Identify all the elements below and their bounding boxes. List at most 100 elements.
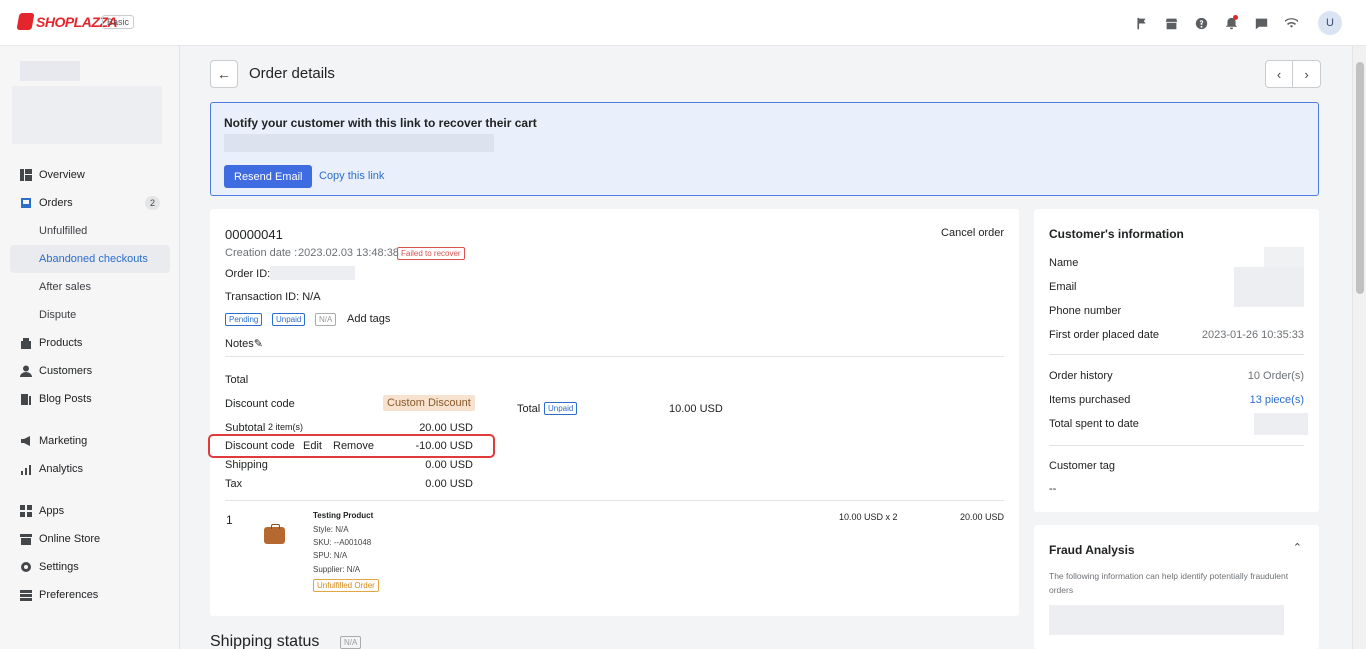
help-icon[interactable] <box>1192 14 1210 32</box>
sidebar-item-label: Preferences <box>39 589 99 601</box>
pencil-icon: ✎ <box>253 338 263 350</box>
cancel-order-link[interactable]: Cancel order <box>941 227 1004 239</box>
flag-icon[interactable] <box>1132 14 1150 32</box>
customer-info-title: Customer's information <box>1049 227 1184 241</box>
divider <box>225 500 1004 501</box>
scrollbar-thumb[interactable] <box>1356 62 1364 294</box>
user-avatar[interactable]: U <box>1318 11 1342 35</box>
order-history-link[interactable]: 10 Order(s) <box>1248 370 1304 382</box>
sidebar-item-label: Abandoned checkouts <box>39 253 148 265</box>
copy-link-button[interactable]: Copy this link <box>319 170 384 182</box>
discount-highlight <box>208 434 495 458</box>
product-image <box>264 524 285 544</box>
total-spent-placeholder <box>1254 413 1308 435</box>
overview-icon <box>20 169 32 181</box>
back-button[interactable]: ← <box>210 60 238 88</box>
sidebar-item-online-store[interactable]: Online Store <box>10 525 170 553</box>
product-supplier: Supplier: N/A <box>313 565 361 574</box>
blog-icon <box>20 393 32 405</box>
grand-total-label: Total <box>517 403 541 415</box>
chevron-up-icon[interactable]: ⌃ <box>1293 541 1302 554</box>
first-order-value: 2023-01-26 10:35:33 <box>1201 329 1304 341</box>
creation-date-label: Creation date : <box>225 247 298 259</box>
custom-discount-badge: Custom Discount <box>383 395 475 411</box>
items-purchased-value: 13 piece(s) <box>1249 394 1304 406</box>
chevron-left-icon: ‹ <box>1276 66 1282 82</box>
fraud-description: The following information can help ident… <box>1049 571 1289 595</box>
top-bar: SHOPLAZZA Basic U <box>0 0 1366 46</box>
sidebar-item-apps[interactable]: Apps <box>10 497 170 525</box>
sidebar-item-overview[interactable]: Overview <box>10 161 170 189</box>
sidebar-item-orders[interactable]: Orders 2 <box>10 189 170 217</box>
order-number: 00000041 <box>225 227 283 242</box>
shipping-label: Shipping <box>225 459 268 471</box>
total-unpaid-badge: Unpaid <box>544 402 578 415</box>
sidebar-item-label: Marketing <box>39 435 88 447</box>
creation-date-value: 2023.02.03 13:48:38 <box>298 247 399 259</box>
chevron-right-icon: › <box>1304 66 1309 82</box>
sidebar-item-label: After sales <box>39 281 91 293</box>
resend-email-button[interactable]: Resend Email <box>224 165 313 188</box>
sidebar-item-label: Customers <box>39 365 93 377</box>
sidebar-item-analytics[interactable]: Analytics <box>10 455 170 483</box>
sidebar-item-marketing[interactable]: Marketing <box>10 427 170 455</box>
recovery-link-placeholder <box>224 134 494 152</box>
wifi-icon[interactable] <box>1282 14 1300 32</box>
sidebar-item-label: Overview <box>39 169 85 181</box>
chat-icon[interactable] <box>1252 14 1270 32</box>
notes-label: Notes <box>225 338 254 350</box>
tag-unpaid: Unpaid <box>272 313 306 326</box>
sidebar-item-dispute[interactable]: Dispute <box>10 301 170 329</box>
customers-icon <box>20 365 32 377</box>
plan-badge: Basic <box>102 15 135 29</box>
store-logo-placeholder <box>20 61 80 81</box>
sidebar-item-label: Unfulfilled <box>39 225 88 237</box>
next-order-button[interactable]: › <box>1293 61 1320 87</box>
order-history-label: Order history <box>1049 370 1113 382</box>
name-label: Name <box>1049 257 1079 269</box>
customer-info-card: Customer's information Name Email Phone … <box>1034 209 1319 512</box>
subtotal-value: 20.00 USD <box>419 422 473 434</box>
page-title: Order details <box>249 65 335 82</box>
product-sku: SKU: --A001048 <box>313 538 372 547</box>
product-style: Style: N/A <box>313 525 349 534</box>
product-name[interactable]: Testing Product <box>313 511 373 520</box>
notes-link[interactable]: Notes✎ <box>225 337 263 350</box>
shipping-status-badge: N/A <box>340 636 362 649</box>
sidebar-item-settings[interactable]: Settings <box>10 553 170 581</box>
tax-label: Tax <box>225 478 243 490</box>
shipping-value: 0.00 USD <box>425 459 473 471</box>
store-icon[interactable] <box>1162 14 1180 32</box>
marketing-icon <box>20 435 32 447</box>
bell-icon[interactable] <box>1222 14 1240 32</box>
total-spent-label: Total spent to date <box>1049 418 1139 430</box>
fraud-analysis-title: Fraud Analysis <box>1049 543 1135 557</box>
grand-total-value: 10.00 USD <box>669 403 723 415</box>
arrow-left-icon: ← <box>217 66 231 82</box>
page-scrollbar[interactable] <box>1352 46 1366 649</box>
sidebar: Overview Orders 2 Unfulfilled Abandoned … <box>0 46 180 649</box>
settings-icon <box>20 561 32 573</box>
sidebar-item-label: Dispute <box>39 309 77 321</box>
logo-mark-icon <box>16 13 35 30</box>
order-card: 00000041 Cancel order Creation date : 20… <box>210 209 1019 616</box>
customer-tag-label: Customer tag <box>1049 460 1116 472</box>
sidebar-item-blog-posts[interactable]: Blog Posts <box>10 385 170 413</box>
sidebar-item-customers[interactable]: Customers <box>10 357 170 385</box>
sidebar-item-products[interactable]: Products <box>10 329 170 357</box>
subtotal-items: 2 item(s) <box>268 422 304 432</box>
divider <box>225 356 1004 357</box>
sidebar-item-label: Settings <box>39 561 79 573</box>
phone-label: Phone number <box>1049 305 1122 317</box>
recover-cart-notice: Notify your customer with this link to r… <box>210 102 1319 196</box>
sidebar-item-after-sales[interactable]: After sales <box>10 273 170 301</box>
sidebar-item-preferences[interactable]: Preferences <box>10 581 170 609</box>
sidebar-item-abandoned-checkouts[interactable]: Abandoned checkouts <box>10 245 170 273</box>
discount-code-label: Discount code <box>225 398 295 410</box>
sidebar-item-unfulfilled[interactable]: Unfulfilled <box>10 217 170 245</box>
sidebar-nav: Overview Orders 2 Unfulfilled Abandoned … <box>10 161 170 609</box>
fraud-info-placeholder <box>1049 605 1284 635</box>
unfulfilled-badge: Unfulfilled Order <box>313 579 379 592</box>
previous-order-button[interactable]: ‹ <box>1266 61 1293 87</box>
add-tags-link[interactable]: Add tags <box>347 313 390 325</box>
